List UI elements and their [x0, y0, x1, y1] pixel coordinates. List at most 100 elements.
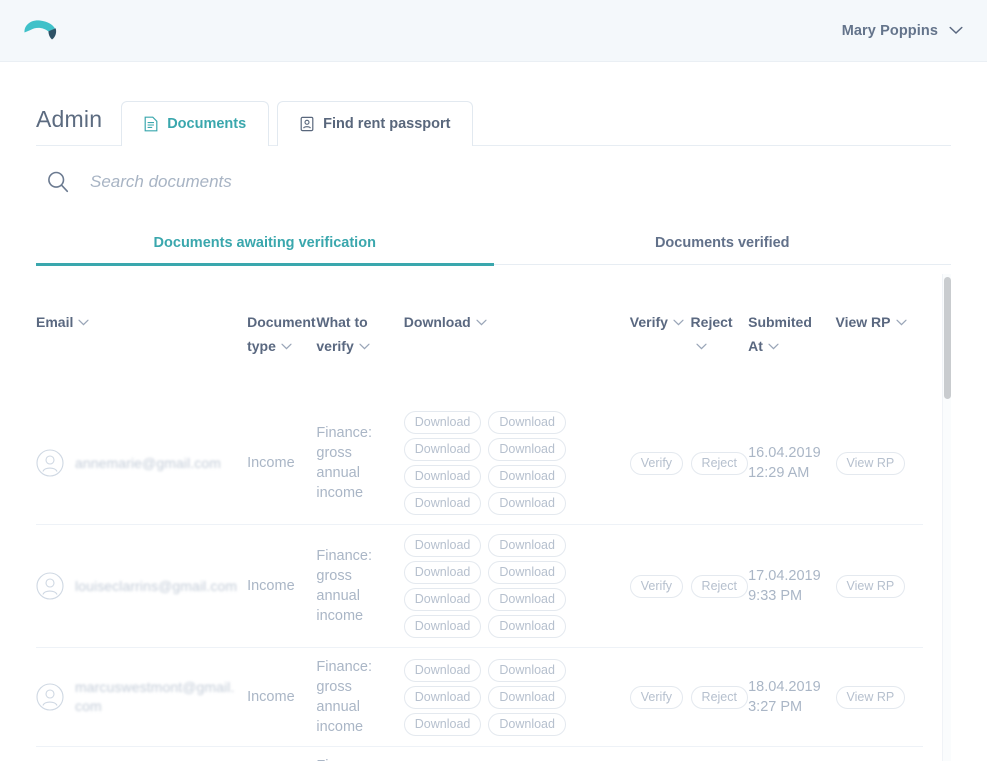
table-scrollbar-thumb[interactable]: [944, 277, 951, 399]
chevron-down-icon: [78, 319, 89, 326]
reject-button[interactable]: Reject: [691, 575, 748, 598]
cell-what-to-verify: Finance: gross annual income: [316, 525, 403, 648]
download-button[interactable]: Download: [404, 615, 482, 638]
cell-download: Download Download Download Download Download…: [404, 402, 630, 525]
cell-verify: Verify: [630, 402, 691, 525]
column-header-document-type[interactable]: Document type: [247, 266, 316, 402]
download-button[interactable]: Download: [404, 659, 482, 682]
view-rp-button[interactable]: View RP: [836, 452, 906, 475]
chevron-down-icon: [281, 343, 292, 350]
cell-what-to-verify: Finance: gross annual income: [316, 747, 403, 761]
view-rp-button[interactable]: View RP: [836, 575, 906, 598]
document-icon: [144, 116, 158, 132]
reject-button[interactable]: Reject: [691, 452, 748, 475]
document-status-tabs: Documents awaiting verification Document…: [36, 224, 951, 265]
download-button[interactable]: Download: [488, 438, 566, 461]
documents-table-container: Email Document type What to verify Downl…: [36, 266, 951, 761]
cell-document-type: Income: [247, 402, 316, 525]
download-button[interactable]: Download: [488, 492, 566, 515]
column-header-submitted-at[interactable]: Submited At: [748, 266, 835, 402]
cell-document-type: Income: [247, 648, 316, 747]
primary-tabs: Admin Documents Find rent passport: [36, 62, 951, 146]
cell-reject: Reject: [691, 525, 749, 648]
cell-email: marcuswestmont@gmail.com: [36, 648, 247, 747]
verify-button[interactable]: Verify: [630, 686, 683, 709]
download-button[interactable]: Download: [488, 615, 566, 638]
column-header-reject[interactable]: Reject: [691, 266, 749, 402]
column-header-what-to-verify[interactable]: What to verify: [316, 266, 403, 402]
table-row: annemarie@gmail.comIncomeFinance: gross …: [36, 402, 923, 525]
table-header-row: Email Document type What to verify Downl…: [36, 266, 923, 402]
user-name: Mary Poppins: [842, 23, 938, 39]
chevron-down-icon: [768, 343, 779, 350]
download-button[interactable]: Download: [404, 561, 482, 584]
download-button[interactable]: Download: [488, 411, 566, 434]
chevron-down-icon: [673, 319, 684, 326]
table-header: Email Document type What to verify Downl…: [36, 266, 923, 402]
view-rp-button[interactable]: View RP: [836, 686, 906, 709]
download-button[interactable]: Download: [404, 686, 482, 709]
cell-download: DownloadDownload: [404, 747, 630, 761]
subtab-documents-verified[interactable]: Documents verified: [494, 224, 952, 265]
download-button[interactable]: Download: [488, 713, 566, 736]
column-header-view-rp[interactable]: View RP: [836, 266, 923, 402]
tab-documents[interactable]: Documents: [121, 101, 269, 146]
table-row: louiseclarrins@gmail.com IncomeFinance: g…: [36, 525, 923, 648]
column-header-email-label: Email: [36, 314, 73, 330]
download-button[interactable]: Download: [488, 465, 566, 488]
chevron-down-icon: [696, 343, 707, 350]
cell-view-rp: View RP: [836, 402, 923, 525]
cell-submitted-at: 18.04.20198:19 PM: [748, 747, 835, 761]
cell-what-to-verify: Finance: gross annual income: [316, 648, 403, 747]
column-header-reject-label: Reject: [691, 314, 733, 330]
tab-find-rent-passport[interactable]: Find rent passport: [277, 101, 473, 146]
download-button[interactable]: Download: [404, 534, 482, 557]
cell-email: garrylewis@gmail.com: [36, 747, 247, 761]
avatar-icon: [36, 683, 64, 711]
download-button[interactable]: Download: [404, 492, 482, 515]
page-content: Admin Documents Find rent passport: [0, 62, 987, 761]
search-icon[interactable]: [46, 170, 70, 194]
cell-reject: Reject: [691, 402, 749, 525]
brand-logo[interactable]: [22, 16, 62, 46]
download-button[interactable]: Download: [404, 588, 482, 611]
download-button[interactable]: Download: [404, 465, 482, 488]
subtab-verified-label: Documents verified: [655, 235, 790, 251]
chevron-down-icon: [949, 26, 963, 35]
download-button[interactable]: Download: [404, 713, 482, 736]
cell-download: Download Download Download Download Download…: [404, 525, 630, 648]
page-title: Admin: [36, 106, 121, 146]
download-button[interactable]: Download: [488, 686, 566, 709]
documents-table-scroll: Email Document type What to verify Downl…: [36, 266, 951, 761]
search-bar: [36, 146, 951, 214]
chevron-down-icon: [476, 319, 487, 326]
table-vertical-scrollbar[interactable]: [942, 274, 951, 761]
download-button[interactable]: Download: [404, 438, 482, 461]
reject-button[interactable]: Reject: [691, 686, 748, 709]
email-text: louiseclarrins@gmail.com: [75, 577, 237, 596]
cell-what-to-verify: Finance: gross annual income: [316, 402, 403, 525]
table-row: garrylewis@gmail.comIncomeFinance: gross…: [36, 747, 923, 761]
column-header-email[interactable]: Email: [36, 266, 247, 402]
verify-button[interactable]: Verify: [630, 452, 683, 475]
cell-email: annemarie@gmail.com: [36, 402, 247, 525]
download-button[interactable]: Download: [488, 588, 566, 611]
cell-reject: Reject: [691, 648, 749, 747]
chevron-down-icon: [359, 343, 370, 350]
column-header-download[interactable]: Download: [404, 266, 630, 402]
cell-verify: Verify: [630, 747, 691, 761]
subtab-documents-awaiting-verification[interactable]: Documents awaiting verification: [36, 224, 494, 265]
download-button[interactable]: Download: [488, 534, 566, 557]
verify-button[interactable]: Verify: [630, 575, 683, 598]
search-input[interactable]: [90, 168, 951, 196]
cell-document-type: Income: [247, 525, 316, 648]
tab-find-rent-passport-label: Find rent passport: [323, 116, 450, 132]
column-header-verify[interactable]: Verify: [630, 266, 691, 402]
cell-download: Download Download Download Download Download…: [404, 648, 630, 747]
download-button[interactable]: Download: [488, 561, 566, 584]
download-button[interactable]: Download: [404, 411, 482, 434]
tab-documents-label: Documents: [167, 116, 246, 132]
user-menu[interactable]: Mary Poppins: [842, 23, 963, 39]
table-row: marcuswestmont@gmail.comIncomeFinance: g…: [36, 648, 923, 747]
download-button[interactable]: Download: [488, 659, 566, 682]
